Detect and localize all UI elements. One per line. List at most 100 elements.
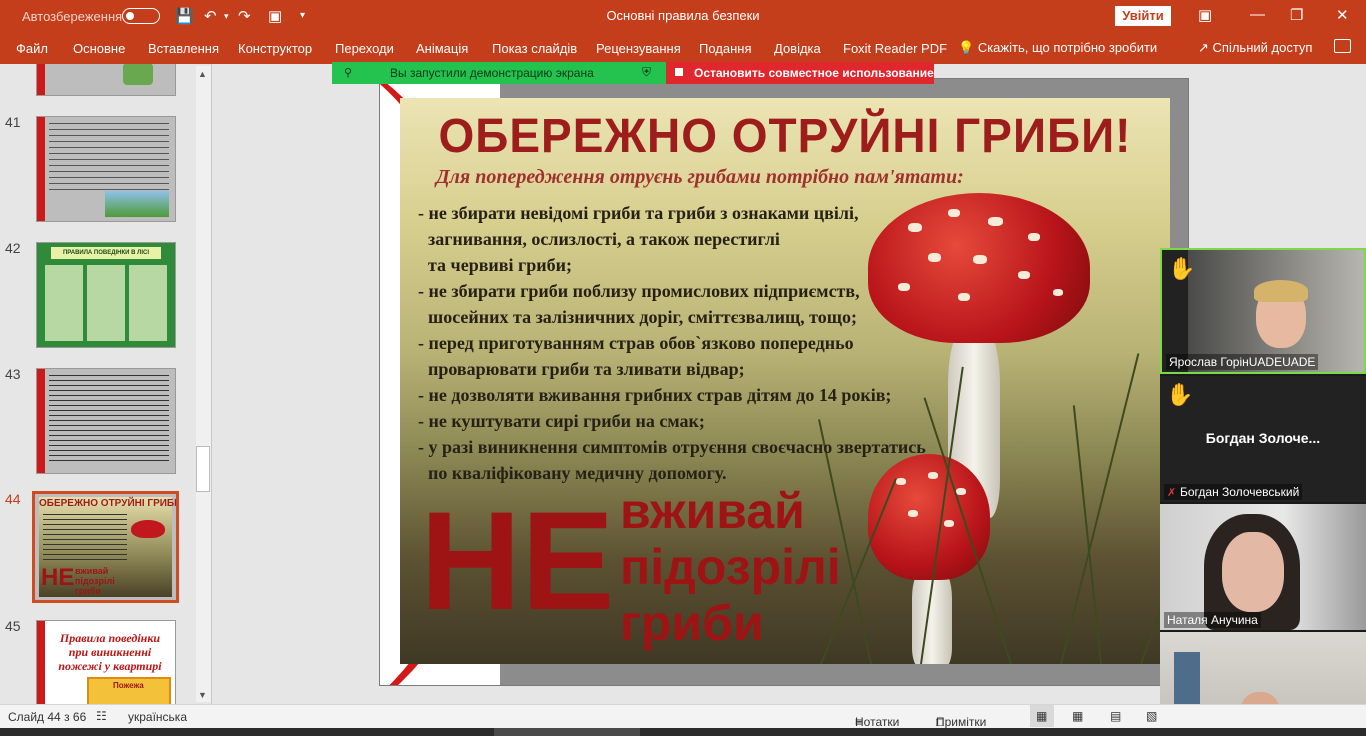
ribbon-display-icon[interactable]: ▣ (1198, 6, 1212, 24)
participant-name-row: ✗ Богдан Золочевський (1164, 484, 1303, 500)
slide-line: проварювати гриби та зливати відвар; (428, 359, 745, 379)
mic-muted-icon: ✗ (1167, 487, 1177, 499)
tab-review[interactable]: Рецензування (596, 41, 681, 56)
current-slide[interactable]: ОБЕРЕЖНО ОТРУЙНІ ГРИБИ! Для попередження… (379, 78, 1189, 686)
ne-word: підозрілі (620, 539, 841, 595)
cap-spot (1018, 271, 1030, 279)
thumb-image: Пожежа (87, 677, 171, 704)
slide-thumbnail-41[interactable] (36, 116, 176, 222)
presentation-icon[interactable]: ▣ (268, 7, 282, 25)
tell-me-search[interactable]: 💡 Скажіть, що потрібно зробити (958, 40, 1157, 56)
thumb-stripe (37, 621, 45, 704)
autosave-toggle[interactable] (122, 8, 160, 24)
share-label: Спільний доступ (1212, 40, 1313, 55)
tab-help[interactable]: Довідка (774, 41, 821, 56)
participant-display-name: Богдан Золоче... (1205, 430, 1321, 446)
slide-line: - не дозволяти вживання грибних страв ді… (418, 385, 892, 405)
slide-thumbnails-panel: 41 42 ПРАВИЛА ПОВЕДІНКИ В ЛІСІ 43 44 ОБЕ… (0, 64, 212, 704)
participant-tile[interactable]: Наталя Анучина (1160, 504, 1366, 630)
restore-icon[interactable]: ❐ (1290, 6, 1303, 24)
tab-insert[interactable]: Вставлення (148, 41, 219, 56)
raised-hand-icon: ✋ (1168, 256, 1196, 281)
slide-ne-words: вживай підозрілі гриби (620, 483, 841, 651)
slide-thumbnail-44-active[interactable]: ОБЕРЕЖНО ОТРУЙНІ ГРИБИ! НЕ вживай підозр… (32, 491, 179, 603)
reading-view-icon[interactable]: ▤ (1110, 709, 1121, 723)
tab-transitions[interactable]: Переходи (335, 41, 394, 56)
comments-label: Примітки (936, 715, 987, 729)
thumb-text-lines (49, 375, 169, 465)
toggle-knob (126, 12, 134, 20)
thumb-image (45, 265, 169, 341)
cap-spot (908, 510, 918, 517)
thumb-text-lines (43, 514, 127, 562)
slide-line: - не збирати гриби поблизу промислових п… (418, 281, 860, 301)
thumb-title: ПРАВИЛА ПОВЕДІНКИ В ЛІСІ (51, 247, 161, 259)
stop-icon (675, 68, 683, 76)
minimize-icon[interactable]: — (1250, 6, 1265, 23)
thumb-text-lines (49, 123, 169, 195)
tab-design[interactable]: Конструктор (238, 41, 312, 56)
cap-spot (1053, 289, 1063, 296)
participant-tile[interactable]: ✋ Ярослав ГорінUADEUADE (1160, 248, 1366, 374)
thumb-badge: Пожежа (113, 681, 144, 690)
tab-home[interactable]: Основне (73, 41, 125, 56)
grass-blade (1072, 405, 1102, 664)
slide-ne: НЕ (420, 482, 615, 639)
tab-file[interactable]: Файл (16, 41, 48, 56)
tab-slideshow[interactable]: Показ слайдів (492, 41, 577, 56)
thumb-mushroom (131, 520, 165, 538)
cap-spot (1028, 233, 1040, 241)
sign-in-button[interactable]: Увійти (1115, 6, 1171, 26)
thumbnails-scrollbar[interactable] (196, 66, 211, 702)
customize-toolbar-icon[interactable]: ▾ (300, 10, 305, 21)
comments-icon[interactable] (1334, 39, 1351, 53)
share-button[interactable]: ↗ Спільний доступ (1198, 40, 1312, 56)
tab-animations[interactable]: Анімація (416, 41, 468, 56)
slide-thumbnail-40[interactable] (36, 64, 176, 96)
share-icon: ↗ (1198, 40, 1209, 55)
normal-view-icon: ▦ (1036, 709, 1048, 723)
slide-thumbnail-45[interactable]: Правила поведінки при виникненні пожежі … (36, 620, 176, 704)
scrollbar-thumb[interactable] (196, 446, 210, 492)
slide-subtitle: Для попередження отруєнь грибами потрібн… (436, 166, 964, 188)
redo-icon[interactable]: ↷ (238, 7, 251, 25)
save-icon[interactable]: 💾 (175, 7, 194, 25)
slideshow-icon[interactable]: ▧ (1146, 709, 1157, 723)
slide-photo: ОБЕРЕЖНО ОТРУЙНІ ГРИБИ! Для попередження… (400, 98, 1170, 664)
pin-icon[interactable]: ⚲ (344, 66, 352, 79)
language[interactable]: українська (128, 710, 187, 724)
participant-tile[interactable]: ✋ Богдан Золоче... ✗ Богдан Золочевський (1160, 376, 1366, 502)
screen-share-status: ⚲ Вы запустили демонстрацию экрана ⛨ (332, 62, 666, 84)
shield-icon: ⛨ (642, 65, 652, 79)
scroll-up-icon[interactable]: ▲ (198, 69, 207, 79)
slide-number-44: 44 (5, 491, 21, 507)
participant-name: Ярослав ГорінUADEUADE (1166, 354, 1319, 370)
ribbon-tabs: Файл Основне Вставлення Конструктор Пере… (0, 32, 1366, 64)
close-icon[interactable]: ✕ (1336, 6, 1349, 24)
slide-thumbnail-43[interactable] (36, 368, 176, 474)
undo-dropdown-icon[interactable]: ▾ (224, 11, 229, 22)
slide-number-41: 41 (5, 114, 21, 130)
slide-body: - не збирати невідомі гриби та гриби з о… (418, 200, 978, 486)
stop-sharing-button[interactable]: Остановить совместное использование (666, 62, 934, 84)
thumb-stripe (37, 369, 45, 473)
slide-line: - не куштувати сирі гриби на смак; (418, 411, 705, 431)
participant-face (1222, 532, 1284, 612)
slide-thumbnail-42[interactable]: ПРАВИЛА ПОВЕДІНКИ В ЛІСІ (36, 242, 176, 348)
slide-number-42: 42 (5, 240, 21, 256)
thumb-image (105, 191, 169, 217)
tab-view[interactable]: Подання (699, 41, 752, 56)
tab-foxit[interactable]: Foxit Reader PDF (843, 41, 947, 56)
scroll-down-icon[interactable]: ▼ (198, 690, 207, 700)
lightbulb-icon: 💡 (958, 40, 975, 55)
slide-number-43: 43 (5, 366, 21, 382)
cap-spot (988, 217, 1003, 226)
thumb-ne: НЕ (41, 564, 75, 591)
thumb-stripe (37, 117, 45, 221)
undo-icon[interactable]: ↶ (204, 7, 217, 25)
status-bar: Слайд 44 з 66 ☷ українська ≡ Нотатки □ П… (0, 704, 1366, 729)
slide-sorter-icon[interactable]: ▦ (1072, 709, 1083, 723)
ne-word: вживай (620, 483, 805, 539)
meeting-participants-panel: ✋ Ярослав ГорінUADEUADE ✋ Богдан Золоче.… (1160, 248, 1366, 736)
accessibility-icon[interactable]: ☷ (96, 709, 107, 723)
